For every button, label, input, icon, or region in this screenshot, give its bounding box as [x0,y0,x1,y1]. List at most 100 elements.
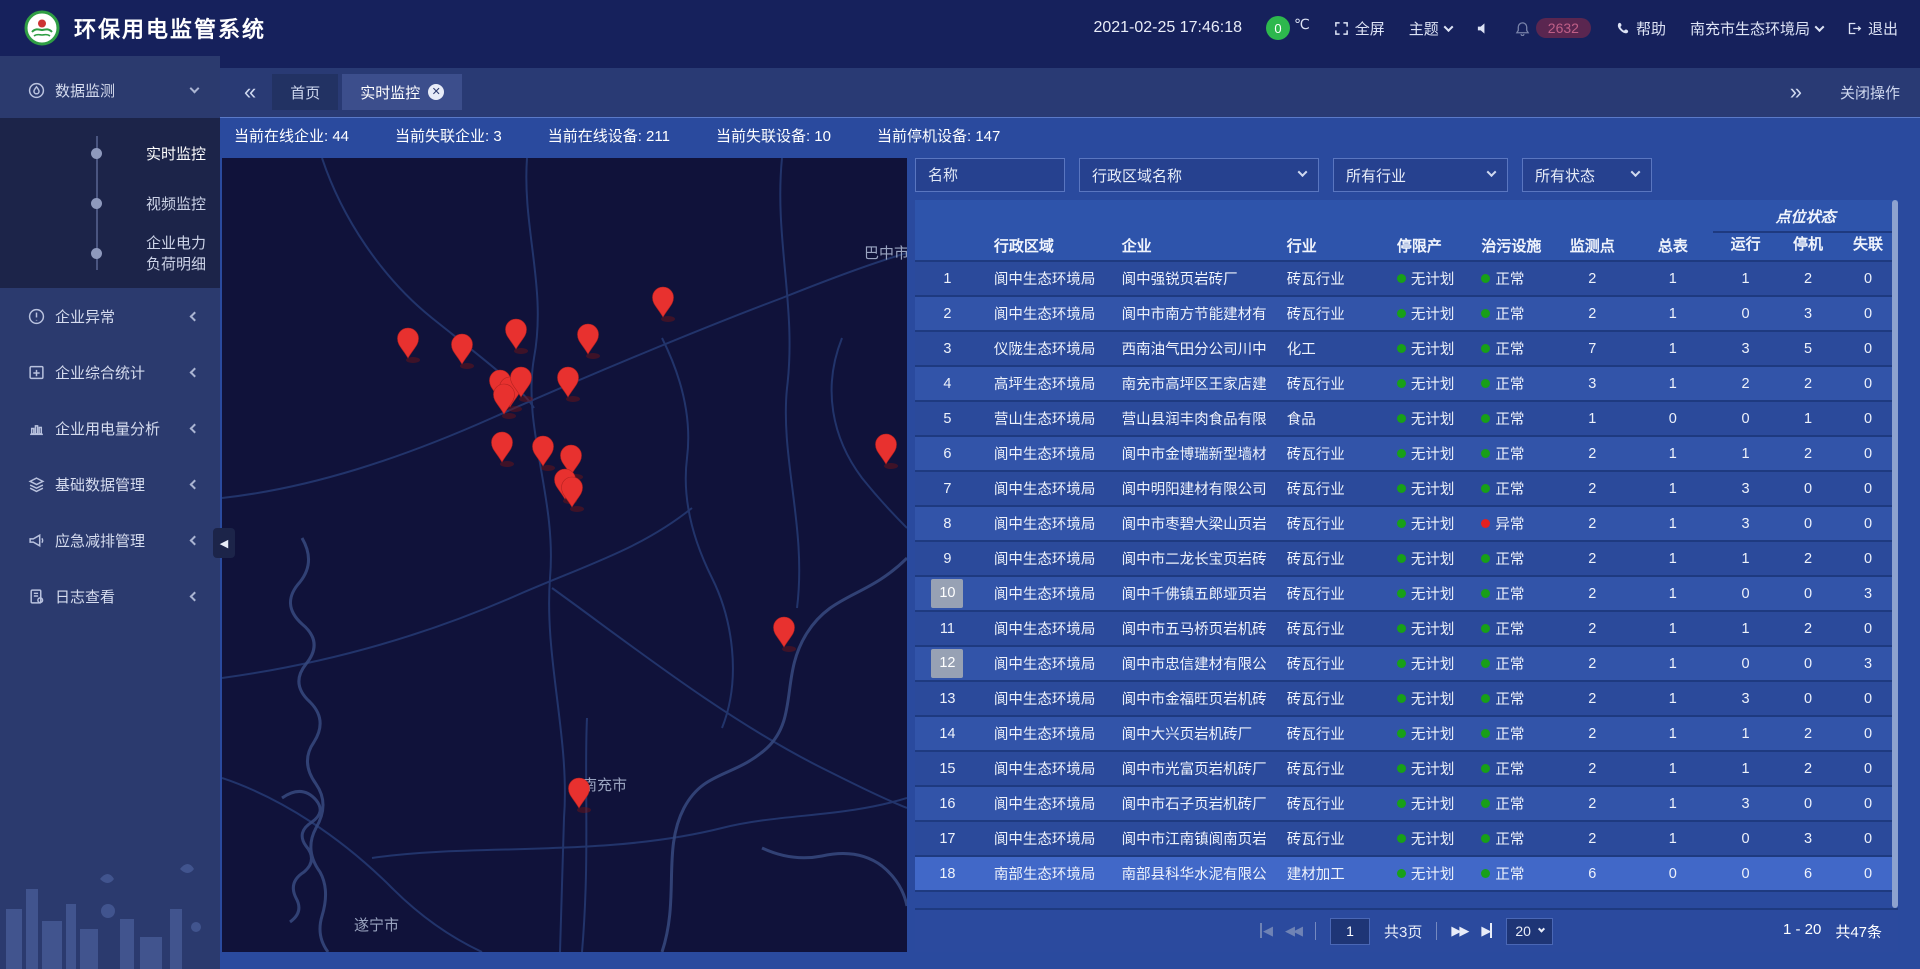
cell-pollution-facility: 正常 [1467,716,1552,751]
logout-button[interactable]: 退出 [1847,18,1898,39]
cell-stop-production: 无计划 [1383,681,1468,716]
sidebar-item-base-data-management[interactable]: 基础数据管理 [0,456,220,512]
cell-monitor-points: 2 [1552,646,1633,681]
sidebar-item-power-usage-analysis[interactable]: 企业用电量分析 [0,400,220,456]
first-page-button[interactable]: ◀ [1260,923,1271,939]
cell-lost: 0 [1838,716,1898,751]
sidebar-item-label: 企业用电量分析 [55,418,181,439]
close-icon[interactable]: ✕ [428,84,444,100]
cell-company: 阆中市南方节能建材有 [1108,296,1273,331]
industry-filter-select[interactable]: 所有行业 [1333,158,1508,192]
cell-pollution-facility: 正常 [1467,261,1552,296]
table-row[interactable]: 13阆中生态环境局阆中市金福旺页岩机砖砖瓦行业无计划正常21300 [915,681,1898,716]
prev-page-button[interactable]: ◀◀ [1285,923,1301,939]
cell-row-number: 10 [915,576,980,611]
table-row[interactable]: 1阆中生态环境局阆中强锐页岩砖厂砖瓦行业无计划正常21120 [915,261,1898,296]
tab-home[interactable]: 首页 [272,74,338,110]
cell-pollution-facility: 正常 [1467,401,1552,436]
cell-lost: 0 [1838,331,1898,366]
cell-stop-production: 无计划 [1383,471,1468,506]
table-row[interactable]: 15阆中生态环境局阆中市光富页岩机砖厂砖瓦行业无计划正常21120 [915,751,1898,786]
table-row[interactable]: 4高坪生态环境局南充市高坪区王家店建砖瓦行业无计划正常31220 [915,366,1898,401]
cell-monitor-points: 2 [1552,681,1633,716]
sidebar-item-enterprise-statistics[interactable]: 企业综合统计 [0,344,220,400]
table-row[interactable]: 12阆中生态环境局阆中市忠信建材有限公砖瓦行业无计划正常21003 [915,646,1898,681]
tab-bar: « 首页实时监控✕ » 关闭操作 [220,56,1920,118]
cell-pollution-facility: 正常 [1467,786,1552,821]
cell-stop-production: 无计划 [1383,576,1468,611]
cell-company: 阆中市金福旺页岩机砖 [1108,681,1273,716]
cell-stop-production: 无计划 [1383,506,1468,541]
org-menu[interactable]: 南充市生态环境局 [1690,18,1823,39]
status-dot-icon [1481,694,1490,703]
cell-stopped: 2 [1778,261,1838,296]
sidebar-item-realtime-monitor[interactable]: 实时监控 [0,128,220,178]
cell-region: 阆中生态环境局 [980,681,1108,716]
sidebar-item-data-monitoring[interactable]: 数据监测 [0,62,220,118]
table-row[interactable]: 8阆中生态环境局阆中市枣碧大梁山页岩砖瓦行业无计划异常21300 [915,506,1898,541]
tabs-scroll-right-button[interactable]: » [1778,81,1814,103]
table-scrollbar[interactable] [1892,200,1898,908]
status-dot-icon [1481,484,1490,493]
table-row[interactable]: 5营山生态环境局营山县润丰肉食品有限食品无计划正常10010 [915,401,1898,436]
close-operations-button[interactable]: 关闭操作 [1840,82,1900,103]
last-page-button[interactable]: ▶ [1481,923,1492,939]
status-dot-icon [1397,589,1406,598]
tabs-scroll-left-button[interactable]: « [232,81,268,103]
table-scroll-area: 行政区域 企业 行业 停限产 治污设施 监测点 总表 点位状态 [915,200,1898,908]
table-row[interactable]: 10阆中生态环境局阆中千佛镇五郎垭页岩砖瓦行业无计划正常21003 [915,576,1898,611]
fullscreen-icon [1334,21,1349,36]
col-group-point-status: 点位状态 [1713,200,1898,232]
cell-industry: 砖瓦行业 [1273,296,1383,331]
page-size-select[interactable]: 20 [1506,918,1553,945]
sidebar-item-video-monitor[interactable]: 视频监控 [0,178,220,228]
table-row[interactable]: 9阆中生态环境局阆中市二龙长宝页岩砖砖瓦行业无计划正常21120 [915,541,1898,576]
notifications-badge[interactable]: 2632 [1515,18,1591,38]
sidebar-item-emergency-reduction[interactable]: 应急减排管理 [0,512,220,568]
table-row[interactable]: 17阆中生态环境局阆中市江南镇阆南页岩砖瓦行业无计划正常21030 [915,821,1898,856]
cell-industry: 砖瓦行业 [1273,506,1383,541]
cell-stopped: 2 [1778,541,1838,576]
fullscreen-button[interactable]: 全屏 [1334,18,1385,39]
cell-total-meters: 1 [1633,681,1714,716]
chevron-left-icon [190,311,200,321]
table-row[interactable]: 7阆中生态环境局阆中明阳建材有限公司砖瓦行业无计划正常21300 [915,471,1898,506]
help-button[interactable]: 帮助 [1615,18,1666,39]
cell-total-meters: 1 [1633,576,1714,611]
table-row[interactable]: 3仪陇生态环境局西南油气田分公司川中化工无计划正常71350 [915,331,1898,366]
table-row[interactable]: 14阆中生态环境局阆中大兴页岩机砖厂砖瓦行业无计划正常21120 [915,716,1898,751]
name-filter-input[interactable] [915,158,1065,192]
cell-region: 高坪生态环境局 [980,366,1108,401]
status-filter-select[interactable]: 所有状态 [1522,158,1652,192]
next-page-button[interactable]: ▶▶ [1451,923,1467,939]
region-filter-select[interactable]: 行政区域名称 [1079,158,1319,192]
cell-lost: 0 [1838,821,1898,856]
status-dot-icon [1481,414,1490,423]
cell-monitor-points: 2 [1552,716,1633,751]
enterprise-table: 行政区域 企业 行业 停限产 治污设施 监测点 总表 点位状态 [915,200,1898,892]
sidebar-item-enterprise-abnormal[interactable]: 企业异常 [0,288,220,344]
tab-realtime-monitor[interactable]: 实时监控✕ [342,74,462,110]
table-row[interactable]: 18南部生态环境局南部县科华水泥有限公建材加工无计划正常60060 [915,856,1898,891]
status-dot-icon [1397,449,1406,458]
sidebar-item-log-view[interactable]: 日志查看 [0,568,220,624]
map-panel[interactable]: 巴中市南充市遂宁市 ◀ [222,158,907,952]
table-row[interactable]: 6阆中生态环境局阆中市金博瑞新型墙材砖瓦行业无计划正常21120 [915,436,1898,471]
bell-icon [1515,21,1530,36]
cell-lost: 3 [1838,646,1898,681]
sidebar-item-label: 数据监测 [55,80,181,101]
cell-stopped: 2 [1778,436,1838,471]
mute-button[interactable] [1476,21,1491,36]
cell-row-number: 1 [915,261,980,296]
theme-menu[interactable]: 主题 [1409,18,1452,39]
table-row[interactable]: 16阆中生态环境局阆中市石子页岩机砖厂砖瓦行业无计划正常21300 [915,786,1898,821]
table-row[interactable]: 2阆中生态环境局阆中市南方节能建材有砖瓦行业无计划正常21030 [915,296,1898,331]
collapse-map-button[interactable]: ◀ [213,528,235,558]
sidebar-item-power-load-detail[interactable]: 企业电力负荷明细 [0,228,220,278]
cell-stopped: 2 [1778,751,1838,786]
cell-running: 0 [1713,821,1778,856]
table-row[interactable]: 11阆中生态环境局阆中市五马桥页岩机砖砖瓦行业无计划正常21120 [915,611,1898,646]
cell-industry: 砖瓦行业 [1273,681,1383,716]
page-number-input[interactable] [1330,918,1370,945]
col-row-number [915,200,980,261]
